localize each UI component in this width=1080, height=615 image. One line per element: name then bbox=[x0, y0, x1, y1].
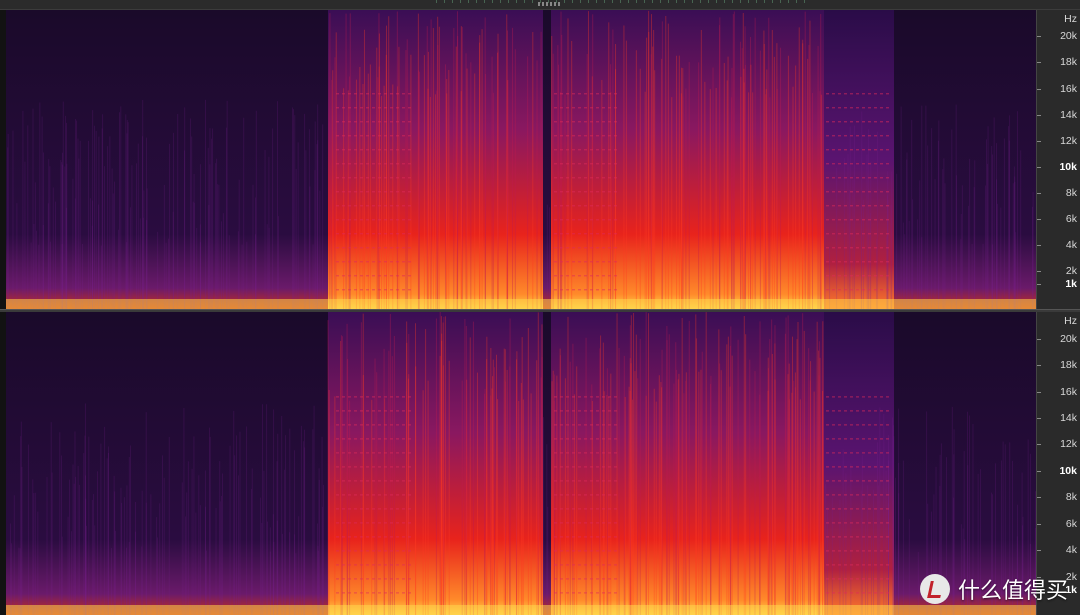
spectrogram-region bbox=[824, 10, 894, 309]
spectrogram-bottom[interactable] bbox=[6, 312, 1036, 615]
tick-mark bbox=[1037, 550, 1041, 552]
tick-label-20k: 20k bbox=[1060, 30, 1077, 43]
tick-mark bbox=[1037, 365, 1041, 367]
tick-mark bbox=[1037, 270, 1041, 272]
channel-top: Hz 20k 18k 16k 14k 12k 10k 8k 6k 4k 2k 1k bbox=[0, 10, 1080, 309]
timeline-ruler bbox=[436, 0, 808, 3]
tick-mark bbox=[1037, 523, 1041, 525]
tick-label-18k: 18k bbox=[1060, 359, 1077, 372]
tick-mark bbox=[1037, 218, 1041, 220]
channel-bottom: Hz 20k 18k 16k 14k 12k 10k 8k 6k 4k 2k 1k bbox=[0, 312, 1080, 615]
tick-label-18k: 18k bbox=[1060, 56, 1077, 69]
tick-mark bbox=[1037, 418, 1041, 419]
watermark: 什么值得买 bbox=[919, 573, 1068, 605]
tick-mark bbox=[1037, 166, 1041, 168]
tick-label-6k: 6k bbox=[1065, 212, 1077, 225]
tick-label-6k: 6k bbox=[1065, 517, 1077, 530]
spectrogram-floor bbox=[6, 299, 1036, 309]
axis-unit: Hz bbox=[1064, 315, 1077, 327]
spectrogram-region bbox=[328, 312, 543, 615]
tick-mark bbox=[1037, 140, 1041, 142]
tick-label-12k: 12k bbox=[1060, 438, 1077, 451]
tick-label-1k: 1k bbox=[1065, 277, 1077, 290]
resize-handle[interactable] bbox=[538, 2, 560, 6]
tick-label-10k: 10k bbox=[1059, 464, 1077, 477]
tick-label-16k: 16k bbox=[1060, 82, 1077, 95]
tick-mark bbox=[1037, 244, 1041, 246]
tick-mark bbox=[1037, 391, 1041, 393]
tick-label-2k: 2k bbox=[1065, 264, 1077, 277]
spectrogram-top[interactable] bbox=[6, 10, 1036, 309]
tick-label-8k: 8k bbox=[1065, 491, 1077, 504]
tick-label-4k: 4k bbox=[1065, 544, 1077, 557]
tick-label-20k: 20k bbox=[1060, 332, 1077, 345]
tick-label-8k: 8k bbox=[1065, 186, 1077, 199]
frequency-axis-bottom: Hz 20k 18k 16k 14k 12k 10k 8k 6k 4k 2k 1k bbox=[1036, 312, 1080, 615]
tick-mark bbox=[1037, 88, 1041, 90]
tick-label-16k: 16k bbox=[1060, 385, 1077, 398]
tick-mark bbox=[1037, 192, 1041, 194]
tick-label-4k: 4k bbox=[1065, 238, 1077, 251]
tick-mark bbox=[1037, 283, 1041, 285]
tick-label-12k: 12k bbox=[1060, 134, 1077, 147]
frequency-axis-top: Hz 20k 18k 16k 14k 12k 10k 8k 6k 4k 2k 1k bbox=[1036, 10, 1080, 309]
tick-mark bbox=[1037, 36, 1041, 38]
tick-label-14k: 14k bbox=[1060, 108, 1077, 121]
tick-mark bbox=[1037, 497, 1041, 499]
tick-mark bbox=[1037, 114, 1041, 116]
tick-mark bbox=[1037, 62, 1041, 64]
watermark-text: 什么值得买 bbox=[957, 578, 1068, 603]
tick-label-10k: 10k bbox=[1059, 160, 1077, 173]
tick-label-14k: 14k bbox=[1060, 412, 1077, 424]
zhihu-value-logo-icon bbox=[919, 574, 950, 604]
tick-mark bbox=[1037, 444, 1041, 446]
top-toolbar bbox=[0, 0, 1080, 10]
axis-unit: Hz bbox=[1064, 13, 1077, 25]
tick-mark bbox=[1037, 470, 1041, 472]
spectrogram-floor bbox=[6, 605, 1036, 615]
tick-mark bbox=[1037, 338, 1041, 340]
